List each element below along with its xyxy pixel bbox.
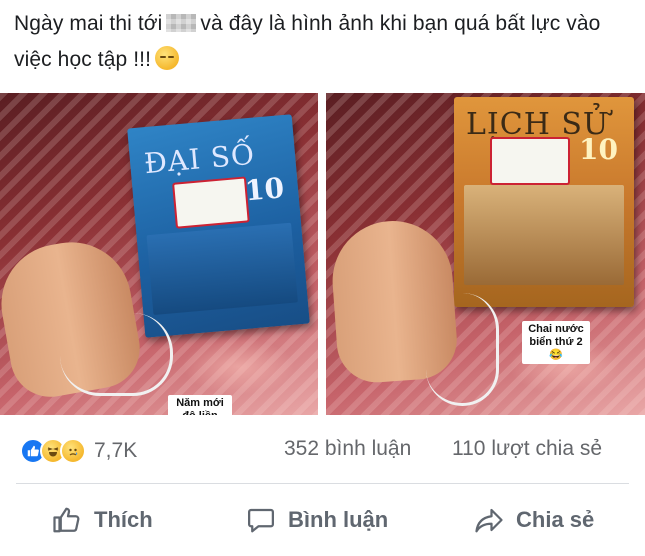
post-photo-left[interactable]: ĐẠI SỐ 10 Năm mới đô liền: [0, 93, 318, 415]
thumbs-up-icon: [53, 507, 80, 533]
reactions-summary[interactable]: 7,7K: [20, 438, 137, 464]
caption-text-start: Ngày mai thi tới: [14, 12, 163, 35]
divider: [16, 483, 629, 484]
charging-cable: [60, 313, 173, 396]
photo-sticker-text: Chai nước biển thứ 2 😂: [522, 321, 590, 364]
cover-illustration: [146, 222, 298, 316]
censored-word: [166, 14, 197, 32]
comment-button[interactable]: Bình luận: [246, 496, 388, 544]
sad-icon: [60, 438, 86, 464]
name-label: [490, 137, 570, 185]
post-caption: Ngày mai thi tới và đây là hình ảnh khi b…: [14, 6, 634, 78]
share-label: Chia sẻ: [516, 507, 595, 532]
reaction-count: 7,7K: [94, 439, 138, 462]
post-photo-right[interactable]: LỊCH SỬ 10 Chai nước biển thứ 2 😂: [326, 93, 645, 415]
photo-sticker-text: Năm mới đô liền: [168, 395, 232, 415]
share-count-link[interactable]: 110 lượt chia sẻ: [452, 437, 602, 461]
book-number: 10: [243, 171, 286, 208]
comment-bubble-icon: [248, 508, 274, 533]
unamused-emoji-icon: [155, 46, 180, 70]
comment-count-link[interactable]: 352 bình luận: [284, 437, 411, 461]
like-label: Thích: [94, 507, 153, 532]
charging-cable: [426, 293, 499, 406]
name-label: [172, 176, 250, 229]
history-textbook: LỊCH SỬ 10: [454, 97, 634, 307]
algebra-textbook: ĐẠI SỐ 10: [127, 114, 310, 338]
book-title: ĐẠI SỐ: [142, 137, 257, 181]
book-number: 10: [579, 133, 618, 166]
like-button[interactable]: Thích: [52, 496, 153, 544]
share-button[interactable]: Chia sẻ: [474, 496, 594, 544]
share-arrow-icon: [475, 508, 503, 533]
comment-label: Bình luận: [288, 507, 389, 532]
cover-illustration: [464, 185, 624, 285]
